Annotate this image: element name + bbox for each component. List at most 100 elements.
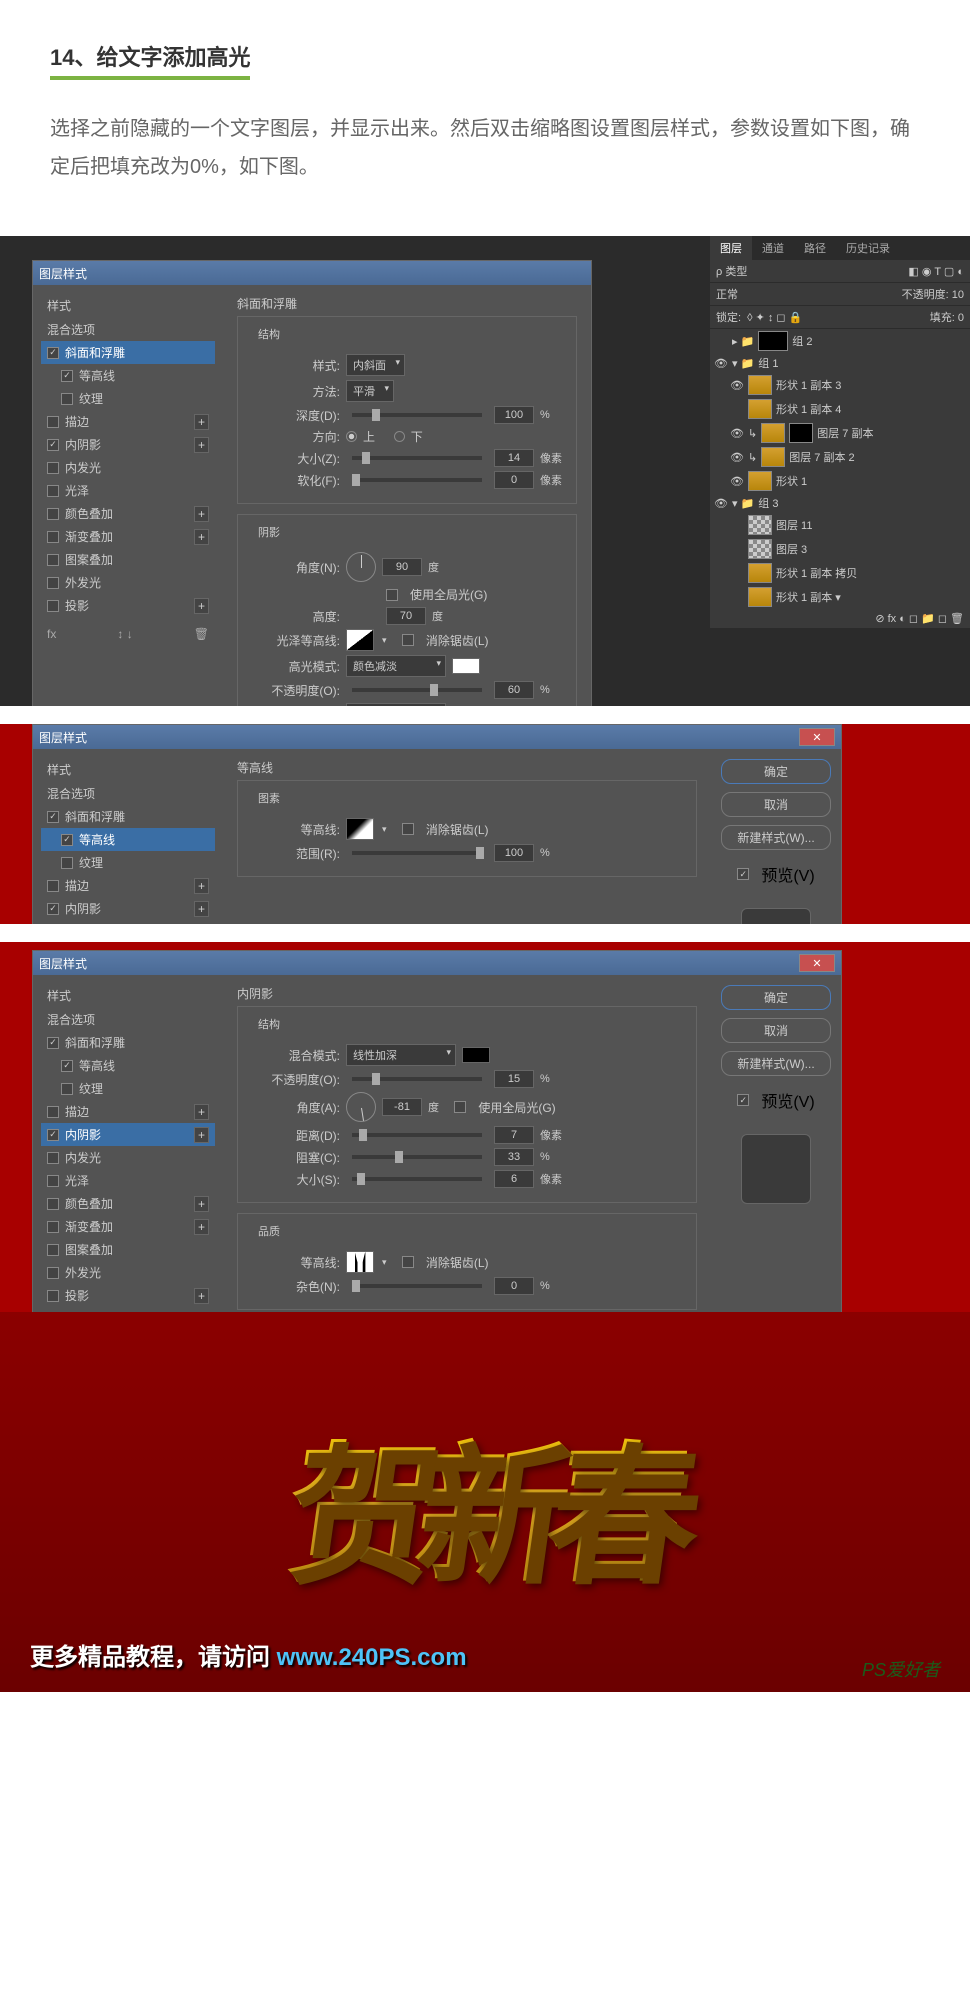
new-style-button[interactable]: 新建样式(W)...: [721, 1051, 831, 1076]
new-style-button[interactable]: 新建样式(W)...: [721, 825, 831, 850]
plus-icon[interactable]: +: [194, 1288, 209, 1304]
distance-input[interactable]: 7: [494, 1126, 534, 1144]
method-select[interactable]: 平滑: [346, 380, 394, 402]
highlight-opacity-slider[interactable]: [352, 688, 482, 692]
color-overlay-item[interactable]: 颜色叠加+: [41, 1192, 215, 1215]
blend-options[interactable]: 混合选项: [41, 782, 215, 805]
size-input[interactable]: 6: [494, 1170, 534, 1188]
visibility-icon[interactable]: 👁: [730, 379, 744, 392]
checkbox-icon[interactable]: [47, 1198, 59, 1210]
close-button[interactable]: ✕: [799, 728, 835, 746]
checkbox-checked-icon[interactable]: [47, 1129, 59, 1141]
checkbox-icon[interactable]: [47, 531, 59, 543]
gradient-overlay-item[interactable]: 渐变叠加+: [41, 525, 215, 548]
checkbox-icon[interactable]: [47, 485, 59, 497]
layer-shape1c3[interactable]: 形状 1 副本 3: [776, 377, 841, 393]
size-slider[interactable]: [352, 456, 482, 460]
color-overlay-item[interactable]: 颜色叠加+: [41, 502, 215, 525]
checkbox-icon[interactable]: [47, 1290, 59, 1302]
drop-shadow-item[interactable]: 投影+: [41, 594, 215, 617]
trash-icon[interactable]: 🗑: [194, 627, 209, 641]
highlight-mode-select[interactable]: 颜色减淡: [346, 655, 446, 677]
depth-input[interactable]: 100: [494, 406, 534, 424]
highlight-color-swatch[interactable]: [452, 658, 480, 674]
layer-7c2[interactable]: 图层 7 副本 2: [789, 449, 854, 465]
plus-icon[interactable]: +: [194, 1127, 209, 1143]
checkbox-checked-icon[interactable]: [61, 1060, 73, 1072]
visibility-icon[interactable]: 👁: [714, 497, 728, 510]
texture-item[interactable]: 纹理: [41, 1077, 215, 1100]
contour-picker[interactable]: [346, 818, 374, 840]
ok-button[interactable]: 确定: [721, 985, 831, 1010]
checkbox-icon[interactable]: [47, 577, 59, 589]
drop-shadow-item[interactable]: 投影+: [41, 1284, 215, 1307]
angle-input[interactable]: 90: [382, 558, 422, 576]
stroke-item[interactable]: 描边+: [41, 874, 215, 897]
global-light-checkbox[interactable]: [454, 1101, 466, 1113]
cancel-button[interactable]: 取消: [721, 1018, 831, 1043]
inner-shadow-item[interactable]: 内阴影+: [41, 1123, 215, 1146]
plus-icon[interactable]: +: [194, 1196, 209, 1212]
checkbox-checked-icon[interactable]: [61, 834, 73, 846]
inner-glow-item[interactable]: 内发光: [41, 1146, 215, 1169]
bevel-emboss-item[interactable]: 斜面和浮雕: [41, 805, 215, 828]
opacity-input[interactable]: 15: [494, 1070, 534, 1088]
titlebar[interactable]: 图层样式: [33, 261, 591, 285]
checkbox-icon[interactable]: [47, 1152, 59, 1164]
preview-checkbox[interactable]: [737, 1094, 749, 1106]
visibility-icon[interactable]: 👁: [730, 451, 744, 464]
shadow-mode-select[interactable]: 正常: [346, 703, 446, 706]
opacity-slider[interactable]: [352, 1077, 482, 1081]
soften-input[interactable]: 0: [494, 471, 534, 489]
checkbox-icon[interactable]: [47, 416, 59, 428]
style-select[interactable]: 内斜面: [346, 354, 405, 376]
pattern-overlay-item[interactable]: 图案叠加: [41, 548, 215, 571]
cancel-button[interactable]: 取消: [721, 792, 831, 817]
antialias-checkbox[interactable]: [402, 634, 414, 646]
layer-11[interactable]: 图层 11: [776, 517, 812, 533]
direction-down-radio[interactable]: [394, 431, 405, 442]
soften-slider[interactable]: [352, 478, 482, 482]
contour-picker[interactable]: [346, 1251, 374, 1273]
global-light-checkbox[interactable]: [386, 589, 398, 601]
titlebar[interactable]: 图层样式 ✕: [33, 725, 841, 749]
checkbox-checked-icon[interactable]: [47, 347, 59, 359]
checkbox-checked-icon[interactable]: [47, 439, 59, 451]
checkbox-checked-icon[interactable]: [61, 370, 73, 382]
blend-options[interactable]: 混合选项: [41, 1008, 215, 1031]
angle-dial[interactable]: [346, 1092, 376, 1122]
layer-group2[interactable]: 组 2: [792, 333, 812, 349]
checkbox-icon[interactable]: [61, 1083, 73, 1095]
altitude-input[interactable]: 70: [386, 607, 426, 625]
plus-icon[interactable]: +: [194, 529, 209, 545]
range-input[interactable]: 100: [494, 844, 534, 862]
checkbox-icon[interactable]: [47, 508, 59, 520]
checkbox-icon[interactable]: [61, 393, 73, 405]
bevel-emboss-item[interactable]: 斜面和浮雕: [41, 341, 215, 364]
checkbox-icon[interactable]: [47, 462, 59, 474]
checkbox-icon[interactable]: [47, 1244, 59, 1256]
depth-slider[interactable]: [352, 413, 482, 417]
range-slider[interactable]: [352, 851, 482, 855]
highlight-opacity-input[interactable]: 60: [494, 681, 534, 699]
checkbox-icon[interactable]: [47, 1106, 59, 1118]
inner-glow-item[interactable]: 内发光: [41, 456, 215, 479]
preview-checkbox[interactable]: [737, 868, 749, 880]
size-slider[interactable]: [352, 1177, 482, 1181]
tab-paths[interactable]: 路径: [794, 236, 836, 260]
noise-input[interactable]: 0: [494, 1277, 534, 1295]
checkbox-icon[interactable]: [47, 1221, 59, 1233]
layer-shape1c4[interactable]: 形状 1 副本 4: [776, 401, 841, 417]
gradient-overlay-item[interactable]: 渐变叠加+: [41, 1215, 215, 1238]
plus-icon[interactable]: +: [194, 437, 209, 453]
checkbox-icon[interactable]: [47, 1175, 59, 1187]
layer-group3[interactable]: 组 3: [758, 495, 778, 511]
size-input[interactable]: 14: [494, 449, 534, 467]
choke-input[interactable]: 33: [494, 1148, 534, 1166]
layer-shape1[interactable]: 形状 1: [776, 473, 807, 489]
angle-dial[interactable]: [346, 552, 376, 582]
bevel-emboss-item[interactable]: 斜面和浮雕: [41, 1031, 215, 1054]
texture-item[interactable]: 纹理: [41, 387, 215, 410]
inner-shadow-item[interactable]: 内阴影+: [41, 897, 215, 920]
outer-glow-item[interactable]: 外发光: [41, 1261, 215, 1284]
